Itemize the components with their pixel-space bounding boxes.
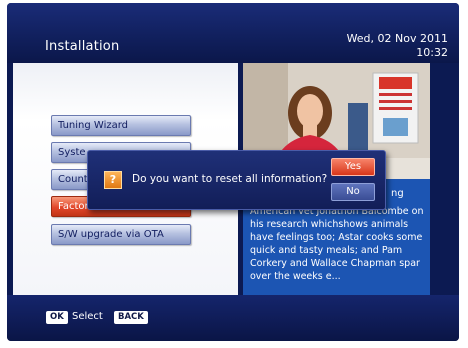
back-key-icon: BACK [114, 311, 148, 324]
menu-item-sw-upgrade[interactable]: S/W upgrade via OTA [51, 224, 191, 245]
header-bar: Installation Wed, 02 Nov 2011 10:32 [7, 3, 459, 63]
menu-item-tuning-wizard[interactable]: Tuning Wizard [51, 115, 191, 136]
description-text: American vet Jonathon Balcombe on his re… [250, 206, 424, 282]
tv-screen: Installation Wed, 02 Nov 2011 10:32 Tuni… [7, 3, 459, 341]
no-button[interactable]: No [331, 183, 375, 201]
description-title-partial: ng [391, 188, 404, 199]
yes-button[interactable]: Yes [331, 158, 375, 176]
question-icon: ? [104, 171, 122, 189]
date-label: Wed, 02 Nov 2011 [346, 32, 448, 45]
page-title: Installation [45, 39, 120, 54]
select-label: Select [72, 311, 103, 322]
time-label: 10:32 [416, 46, 448, 59]
ok-key-icon: OK [46, 311, 68, 324]
dialog-question: Do you want to reset all information? [132, 173, 328, 185]
reset-confirm-dialog: ? Do you want to reset all information? … [87, 150, 386, 210]
footer-bar: OK Select BACK [7, 295, 459, 341]
